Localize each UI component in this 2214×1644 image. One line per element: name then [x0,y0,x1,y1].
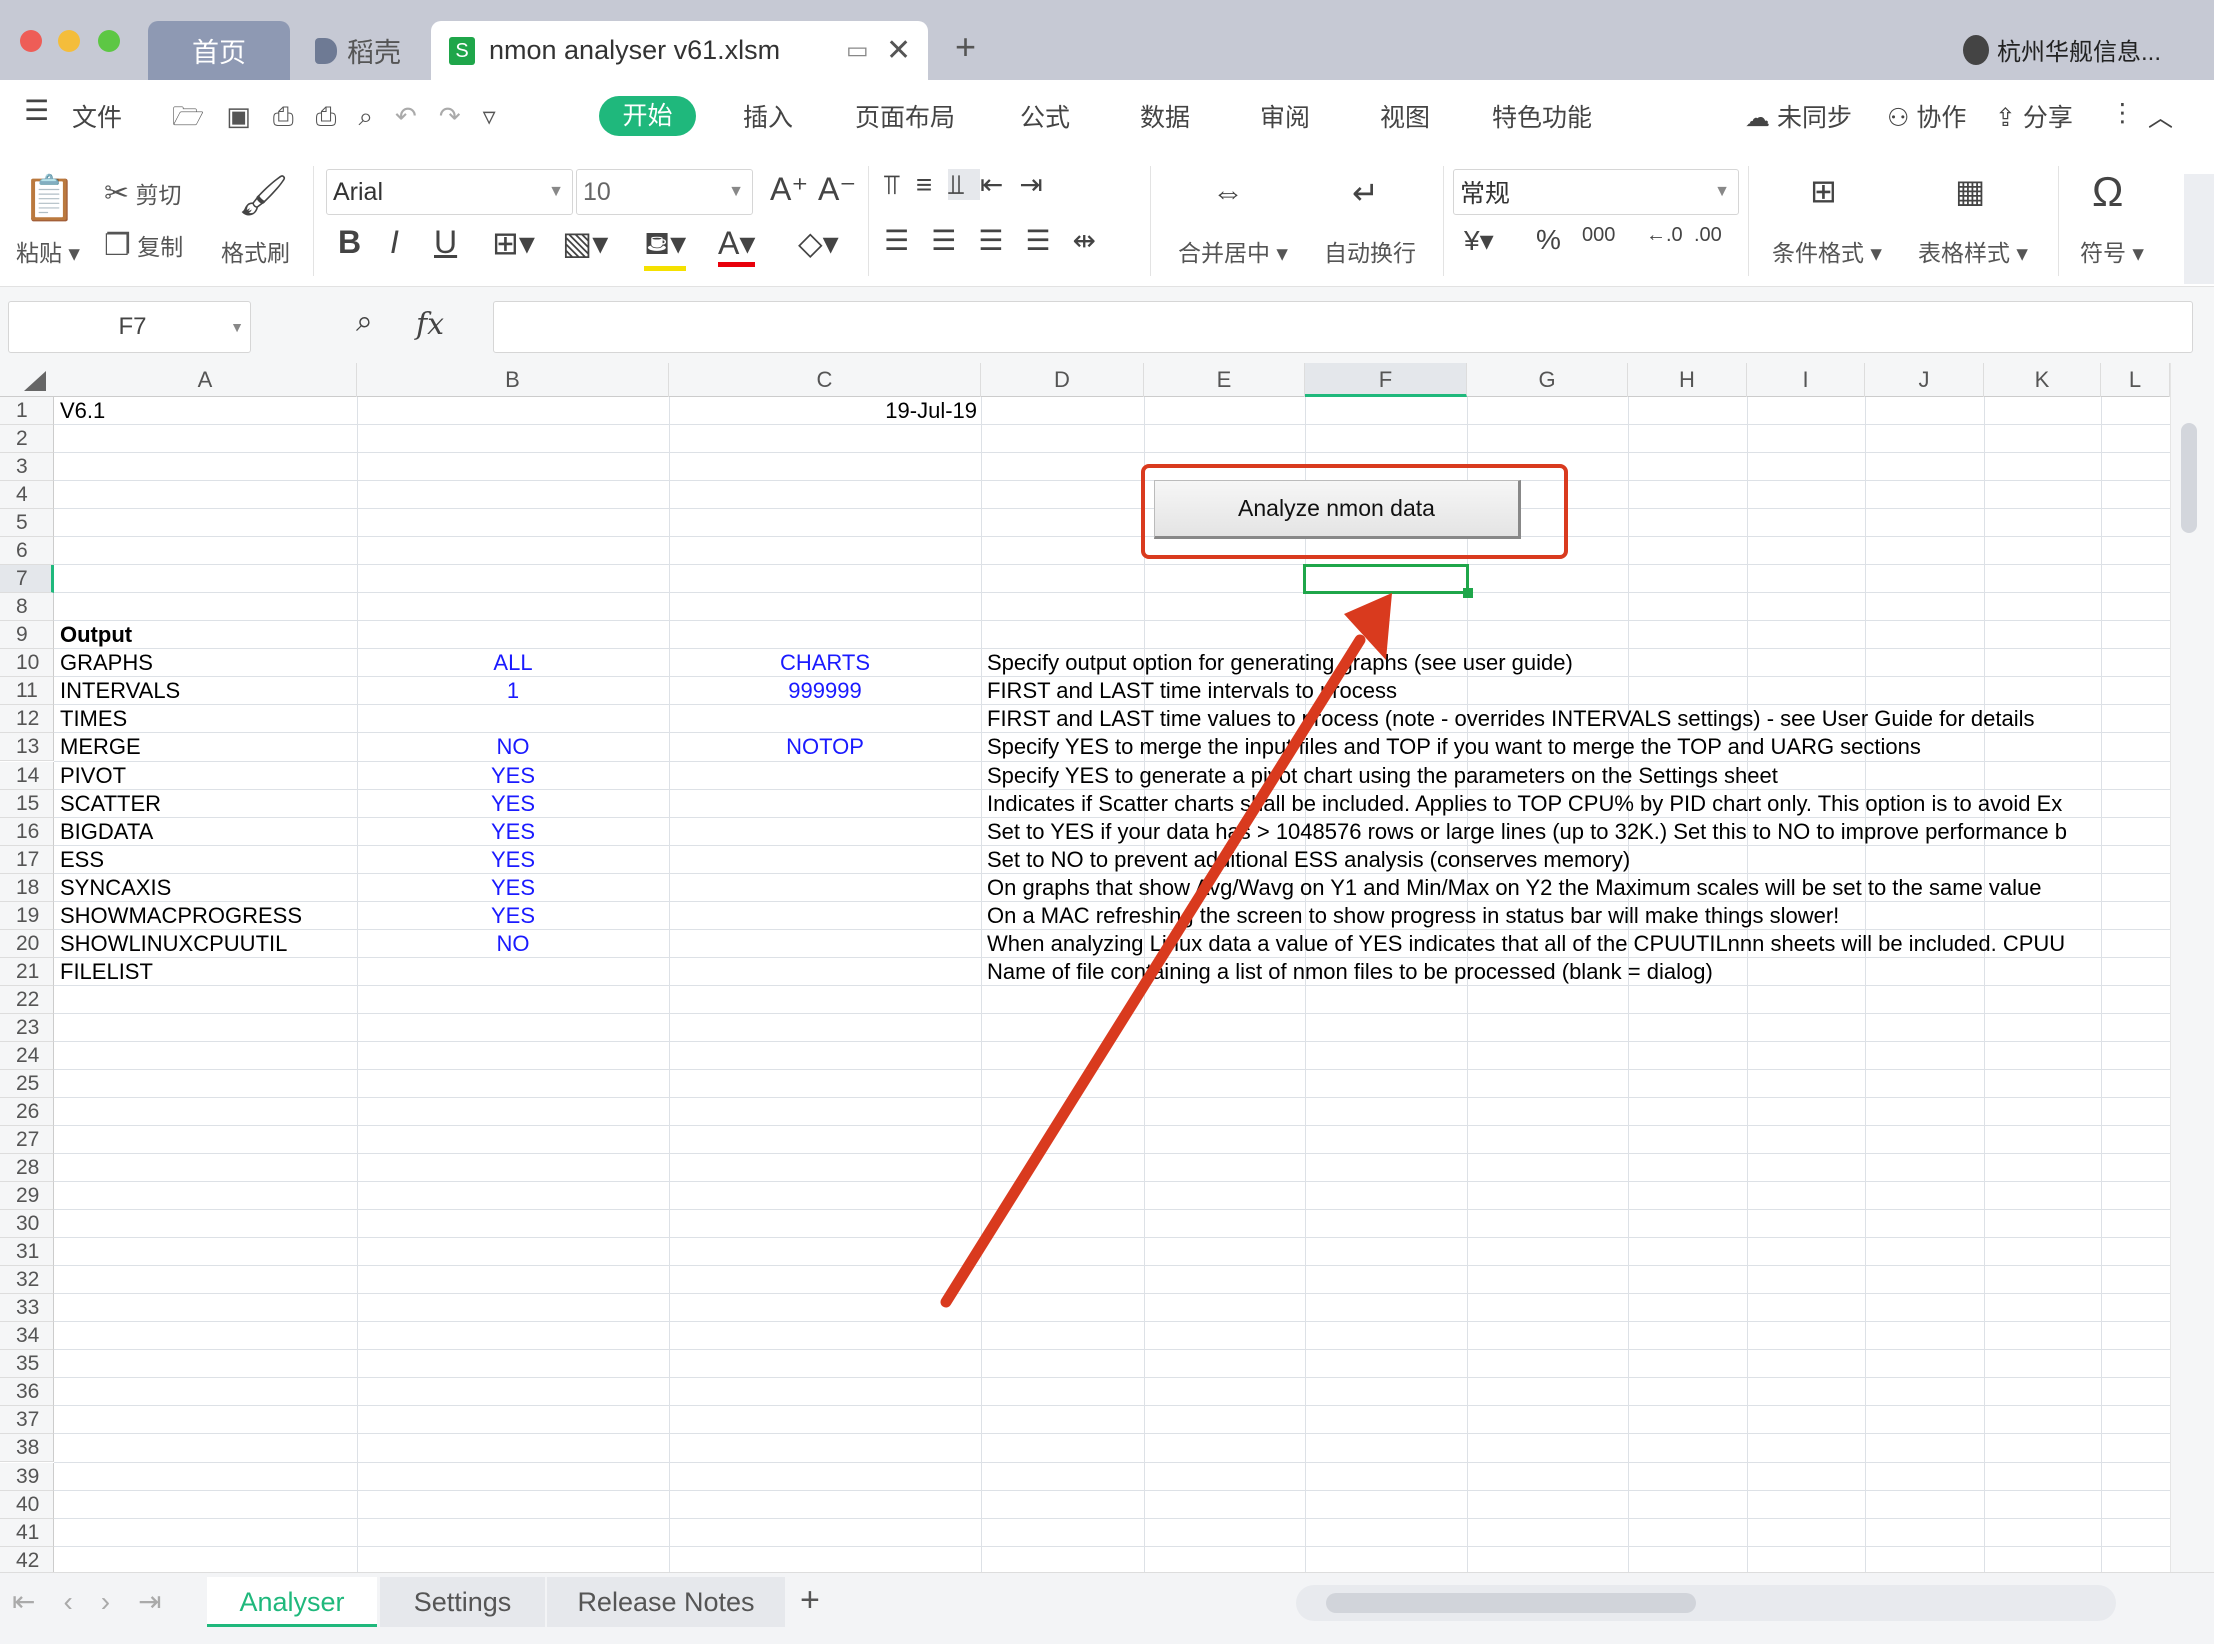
first-sheet-icon[interactable]: ⇤ [12,1586,63,1617]
last-sheet-icon[interactable]: ⇥ [138,1586,189,1617]
next-sheet-icon[interactable]: › [101,1586,138,1617]
annotation-arrow [940,593,1392,1308]
sheet-tab-settings[interactable]: Settings [380,1577,545,1627]
sheet-tab-release-notes[interactable]: Release Notes [547,1577,785,1627]
sheet-tab-bar: ⇤‹›⇥ Analyser Settings Release Notes + [0,1572,2214,1644]
vertical-scrollbar[interactable] [2170,363,2214,1572]
prev-sheet-icon[interactable]: ‹ [63,1586,100,1617]
vertical-scroll-thumb[interactable] [2181,423,2197,533]
sheet-tab-analyser[interactable]: Analyser [207,1577,377,1627]
horizontal-scrollbar[interactable] [1296,1585,2116,1621]
add-sheet-button[interactable]: + [800,1581,820,1620]
arrow-shaft [940,634,1366,1308]
sheet-nav: ⇤‹›⇥ [12,1585,190,1618]
horizontal-scroll-thumb[interactable] [1326,1593,1696,1613]
